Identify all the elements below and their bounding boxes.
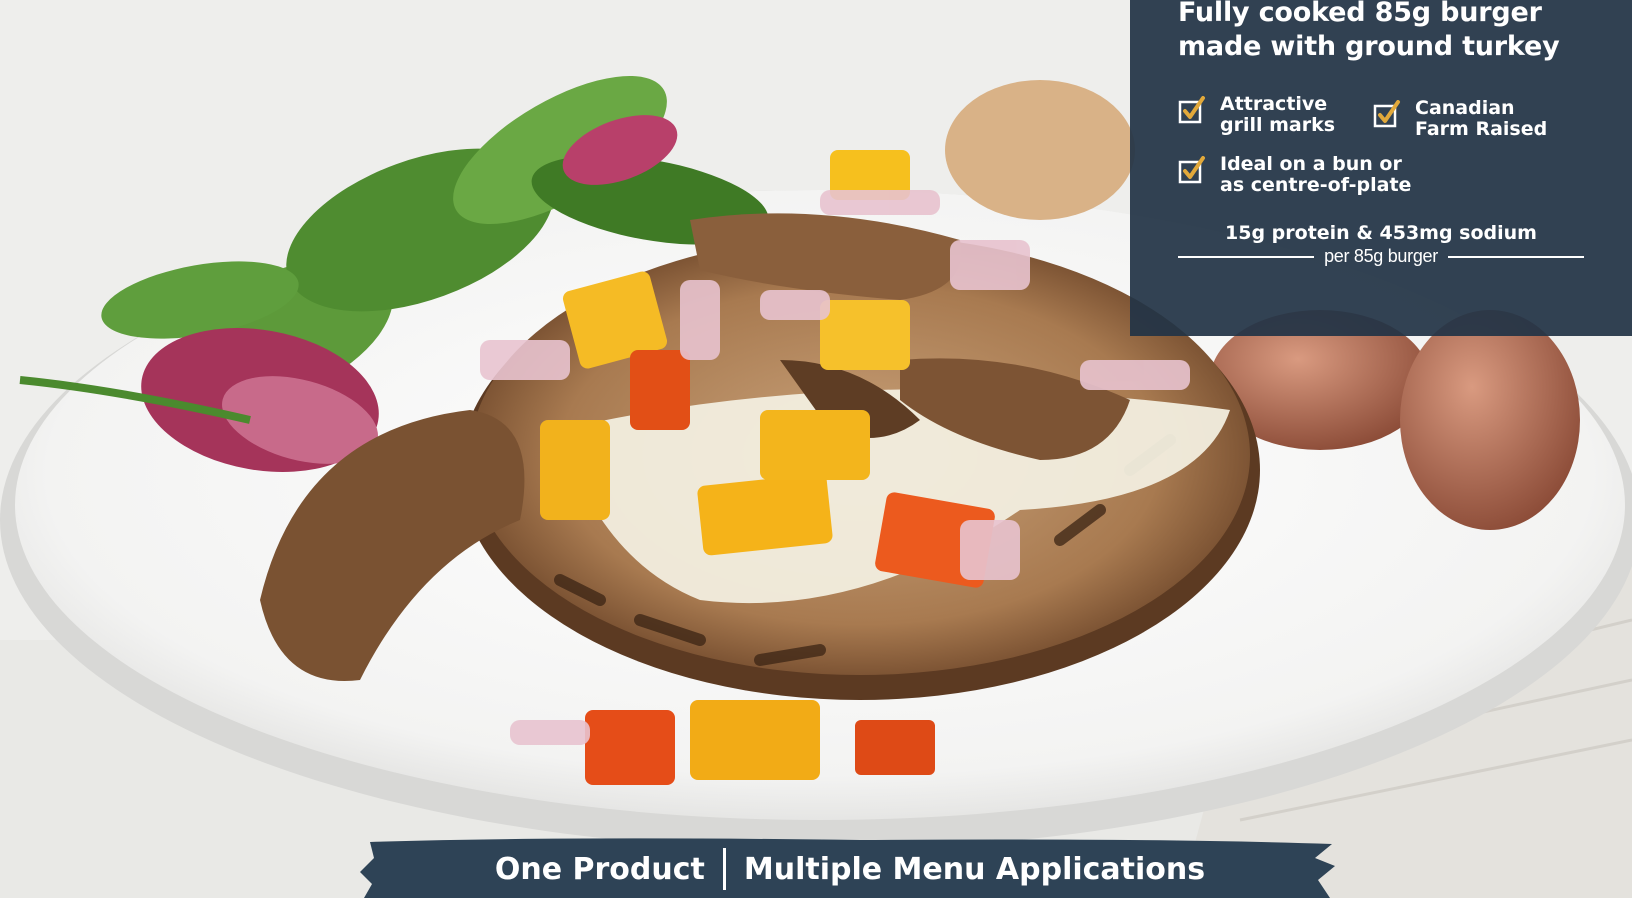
feature-label-line-1: Ideal on a bun or: [1220, 153, 1402, 175]
banner-text: One Product Multiple Menu Applications: [360, 848, 1340, 890]
feature-label-line-2: grill marks: [1220, 114, 1336, 136]
banner-right-text: Multiple Menu Applications: [743, 851, 1206, 887]
banner-left-text: One Product: [494, 851, 705, 887]
nutrition-serving: per 85g burger: [1324, 246, 1438, 266]
feature-label-line-1: Attractive: [1220, 93, 1328, 115]
headline: Fully cooked 85g burger made with ground…: [1178, 0, 1618, 64]
banner-divider: [722, 848, 726, 890]
page: Fully cooked 85g burger made with ground…: [0, 0, 1632, 898]
feature-label-line-2: Farm Raised: [1415, 118, 1548, 140]
headline-line-2: made with ground turkey: [1178, 31, 1560, 62]
divider-right: [1447, 255, 1585, 258]
feature-canadian-farm-raised: Canadian Farm Raised: [1373, 98, 1547, 140]
info-panel: Fully cooked 85g burger made with ground…: [1130, 0, 1632, 336]
nutrition-sub-row: per 85g burger: [1178, 246, 1585, 267]
feature-bun-or-plate: Ideal on a bun or as centre-of-plate: [1178, 154, 1411, 196]
check-box-icon: [1178, 96, 1205, 124]
feature-label-line-1: Canadian: [1415, 97, 1515, 119]
feature-grill-marks: Attractive grill marks: [1178, 94, 1335, 136]
divider-left: [1178, 255, 1315, 258]
feature-label-line-2: as centre-of-plate: [1220, 174, 1412, 196]
headline-line-1: Fully cooked 85g burger: [1178, 0, 1542, 28]
check-box-icon: [1373, 100, 1400, 128]
nutrition-summary: 15g protein & 453mg sodium: [1225, 222, 1537, 244]
bottom-banner: One Product Multiple Menu Applications: [360, 836, 1340, 898]
check-box-icon: [1178, 156, 1205, 184]
